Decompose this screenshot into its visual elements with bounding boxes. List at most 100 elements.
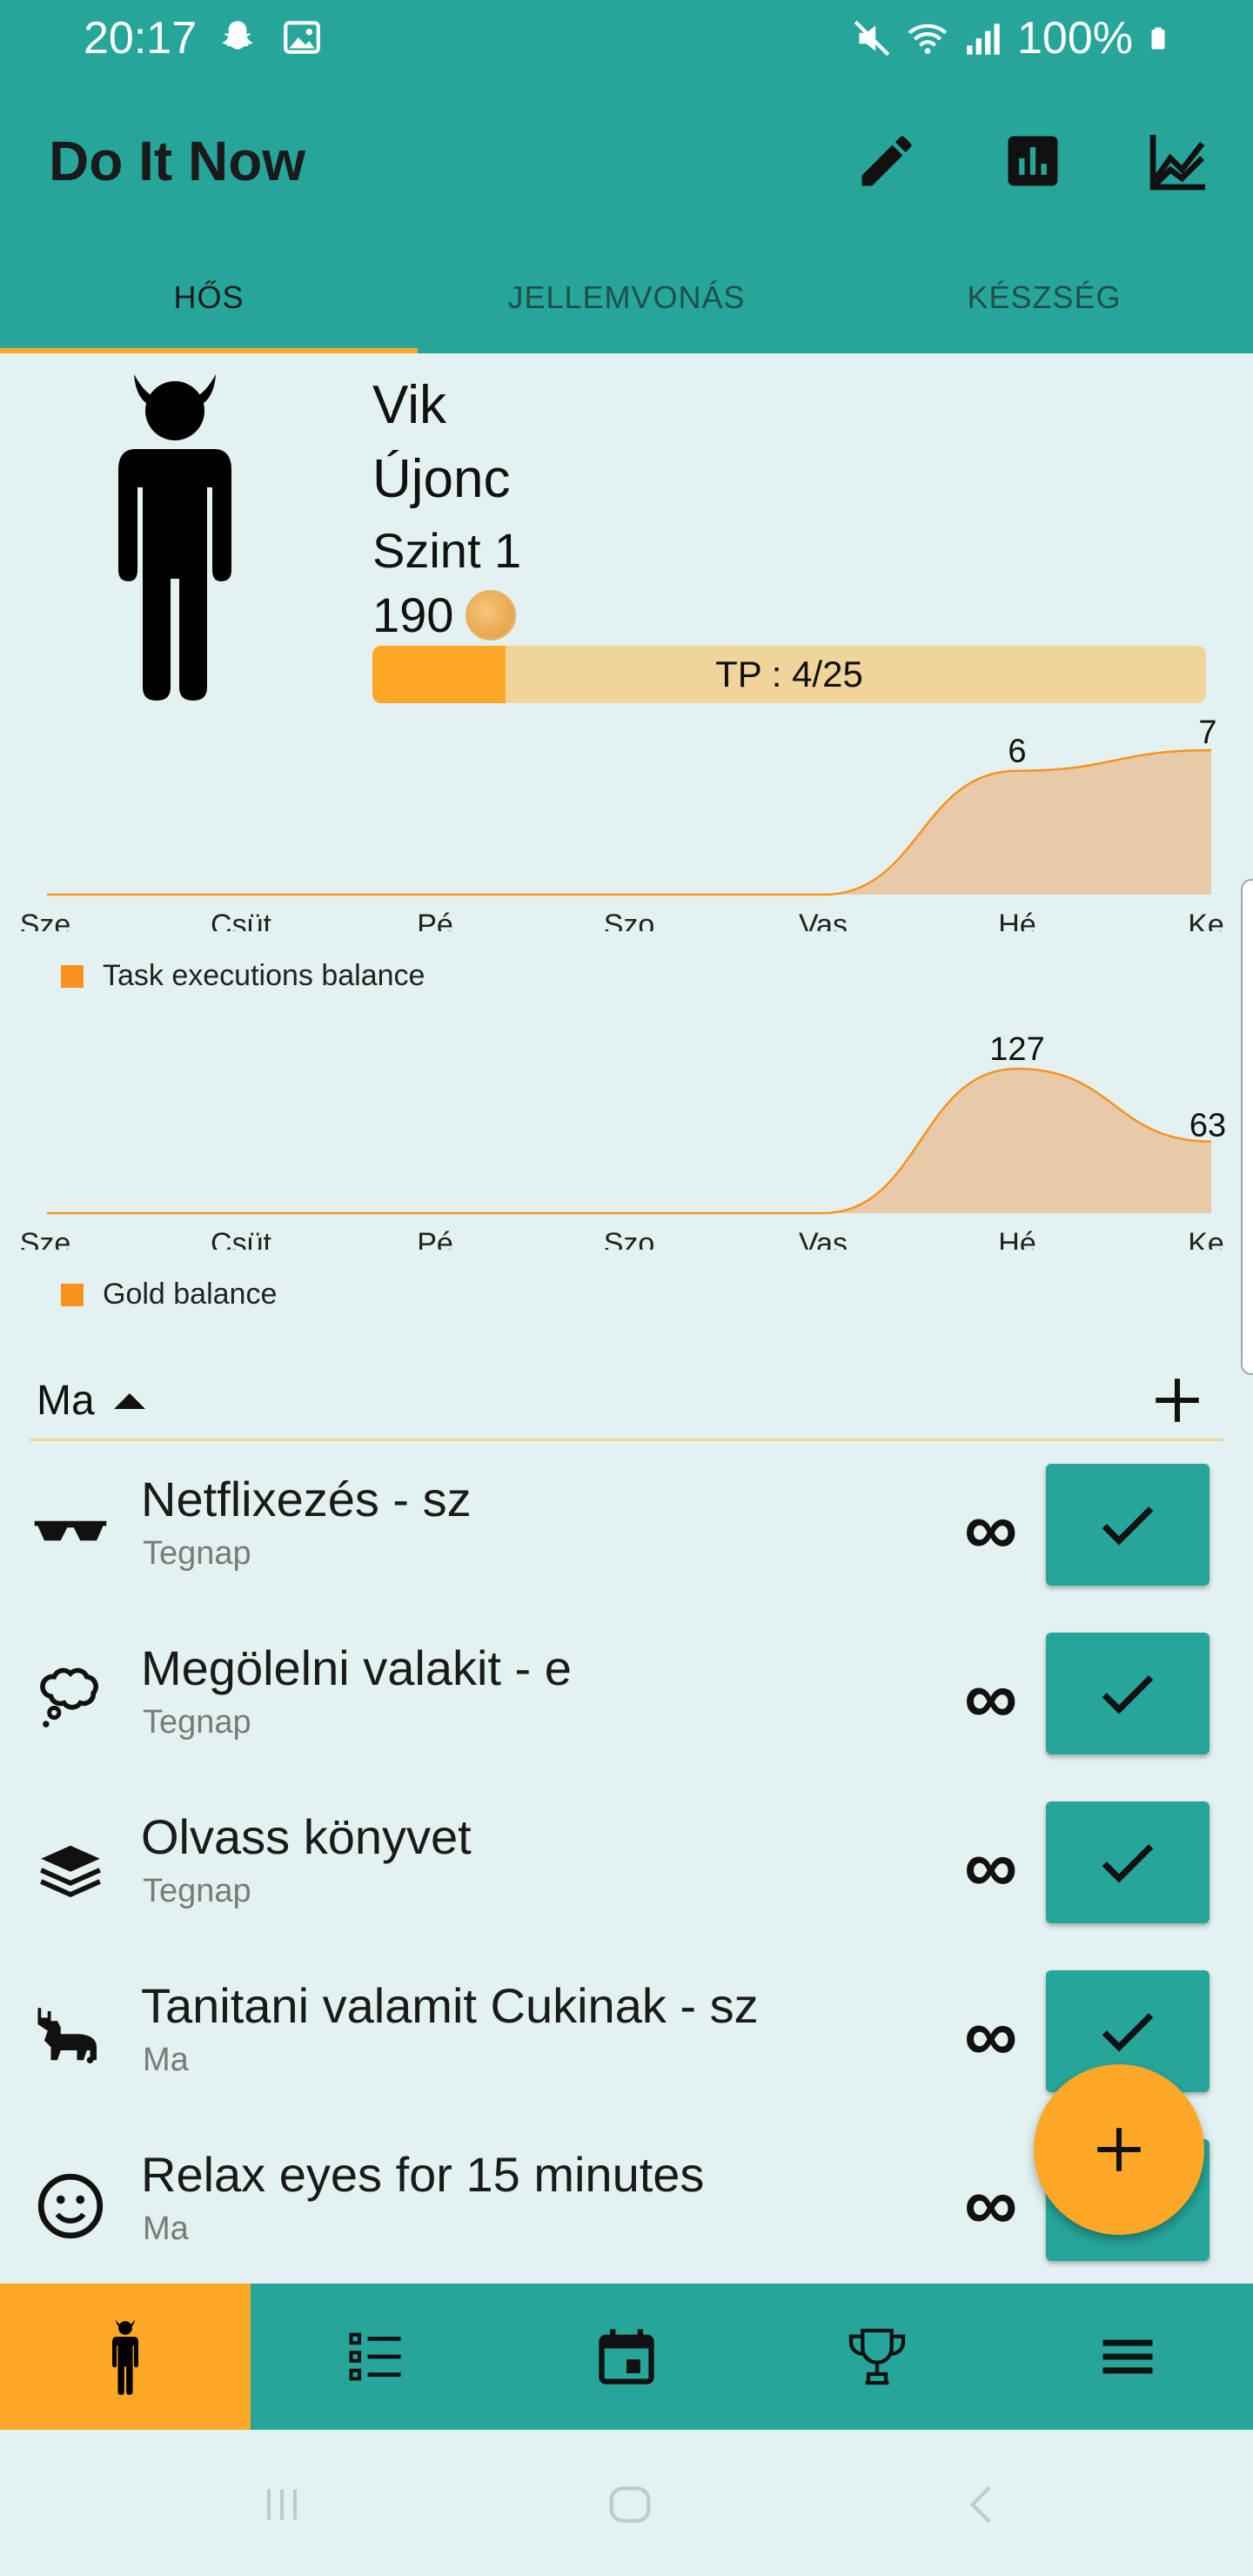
tab-skills[interactable]: KÉSZSÉG <box>835 242 1253 353</box>
task-name: Relax eyes for 15 minutes <box>141 2147 705 2202</box>
x-tick-label: Sze <box>20 909 71 931</box>
check-icon <box>1102 1844 1154 1883</box>
hero-name: Vik <box>372 375 447 435</box>
x-tick-label: Sze <box>20 1227 71 1250</box>
legend-swatch <box>61 1283 84 1306</box>
gold-coin-icon <box>466 589 517 641</box>
task-name: Netflixezés - sz <box>141 1472 472 1526</box>
edit-button[interactable] <box>848 122 926 200</box>
book-stack-icon <box>40 1845 101 1898</box>
task-row[interactable]: Megölelni valakit - e Tegnap ∞ <box>0 1617 1253 1786</box>
calendar-nav-icon <box>599 2329 654 2385</box>
home-button[interactable] <box>595 2477 665 2532</box>
tasks-nav-icon <box>349 2332 401 2381</box>
task-due: Ma <box>143 2210 189 2247</box>
repeat-infinite-icon: ∞ <box>964 1994 1018 2077</box>
back-button[interactable] <box>948 2477 1018 2532</box>
x-tick-label: Vas <box>799 909 848 931</box>
recent-apps-icon <box>267 2489 297 2520</box>
x-tick-label: Vas <box>799 1227 848 1250</box>
gold-amount: 190 <box>372 587 454 642</box>
home-icon <box>609 2486 651 2523</box>
hero-nav-icon <box>112 2319 138 2395</box>
xp-progress-label: TP : 4/25 <box>715 654 863 694</box>
legend-label: Task executions balance <box>103 959 425 992</box>
task-executions-legend: Task executions balance <box>61 959 425 993</box>
hero-level: Szint 1 <box>372 523 522 578</box>
thought-bubble-icon <box>40 1667 98 1727</box>
task-due: Tegnap <box>143 1704 251 1741</box>
x-tick-label: Szo <box>604 909 655 931</box>
task-name: Megölelni valakit - e <box>141 1640 572 1695</box>
complete-task-button[interactable] <box>1046 1633 1209 1754</box>
add-task-icon[interactable] <box>1149 1372 1206 1429</box>
nav-hero[interactable] <box>0 2284 251 2430</box>
graph-button[interactable] <box>1140 122 1218 200</box>
data-label: 7 <box>1198 714 1216 751</box>
legend-swatch <box>61 964 84 988</box>
task-due: Tegnap <box>143 1873 251 1909</box>
check-icon <box>1102 1506 1154 1546</box>
menu-nav-icon <box>1102 2339 1153 2374</box>
battery-icon <box>1151 27 1165 50</box>
data-label: 6 <box>1008 734 1026 770</box>
bottom-navigation <box>0 2284 1253 2430</box>
nav-menu[interactable] <box>1002 2284 1253 2430</box>
moose-icon <box>37 2008 97 2063</box>
sunglasses-icon <box>34 1520 107 1541</box>
task-list-header: Ma <box>30 1366 1223 1441</box>
check-icon <box>1102 2013 1154 2052</box>
sort-selector[interactable]: Ma <box>37 1377 145 1425</box>
task-executions-chart-svg: 6 7 Sze Csüt Pé Szo Vas Hé Ke <box>20 714 1224 931</box>
x-tick-label: Pé <box>417 909 453 931</box>
xp-progress-bar: TP : 4/25 <box>372 646 1206 703</box>
statistics-button[interactable] <box>994 122 1072 200</box>
gold-legend: Gold balance <box>61 1278 277 1311</box>
tab-hero[interactable]: HŐS <box>0 242 418 353</box>
plus-icon <box>1097 2128 1141 2171</box>
check-icon <box>1102 1675 1154 1714</box>
nav-tasks[interactable] <box>251 2284 501 2430</box>
recent-apps-button[interactable] <box>247 2477 317 2532</box>
hero-rank: Újonc <box>372 449 511 509</box>
task-due: Tegnap <box>143 1535 251 1572</box>
trophy-nav-icon <box>848 2328 906 2385</box>
app-title: Do It Now <box>49 130 306 192</box>
tab-traits[interactable]: JELLEMVONÁS <box>418 242 835 353</box>
task-name: Tanitani valamit Cukinak - sz <box>141 1978 759 2033</box>
task-executions-chart: 6 7 Sze Csüt Pé Szo Vas Hé Ke Task executions ba… <box>0 705 1253 992</box>
task-due: Ma <box>143 2042 189 2078</box>
task-name: Olvass könyvet <box>141 1809 472 1864</box>
repeat-infinite-icon: ∞ <box>964 1656 1018 1740</box>
complete-task-button[interactable] <box>1046 1801 1209 1923</box>
x-tick-label: Csüt <box>211 909 271 931</box>
side-scroll-handle[interactable] <box>1241 879 1253 1375</box>
back-icon <box>969 2485 991 2524</box>
x-tick-label: Pé <box>417 1227 453 1250</box>
series-area <box>47 1069 1211 1213</box>
add-fab-button[interactable] <box>1034 2064 1204 2235</box>
status-bar: 20:17 100% <box>0 0 1253 77</box>
tab-bar: HŐS JELLEMVONÁS KÉSZSÉG <box>0 242 1253 353</box>
nav-calendar[interactable] <box>501 2284 752 2430</box>
task-row[interactable]: Olvass könyvet Tegnap ∞ <box>0 1786 1253 1955</box>
image-icon <box>284 21 320 54</box>
x-tick-label: Hé <box>998 1227 1035 1250</box>
task-row[interactable]: Netflixezés - sz Tegnap ∞ <box>0 1448 1253 1617</box>
signal-icon <box>967 23 1000 55</box>
nav-achievements[interactable] <box>752 2284 1002 2430</box>
snapchat-icon <box>222 21 253 50</box>
bar-chart-icon <box>1008 136 1058 186</box>
gold-chart: 127 63 Sze Csüt Pé Szo Vas Hé Ke Gold balance <box>0 1023 1253 1311</box>
data-label: 63 <box>1189 1108 1226 1144</box>
repeat-infinite-icon: ∞ <box>964 1825 1018 1909</box>
repeat-infinite-icon: ∞ <box>964 2163 1018 2246</box>
battery-percent: 100% <box>1017 13 1133 64</box>
x-tick-label: Szo <box>604 1227 655 1250</box>
app-bar: Do It Now <box>0 77 1253 242</box>
smiley-icon <box>37 2173 104 2239</box>
system-navigation-bar <box>0 2430 1253 2576</box>
complete-task-button[interactable] <box>1046 1464 1209 1586</box>
legend-label: Gold balance <box>103 1278 278 1311</box>
line-chart-icon <box>1149 135 1205 191</box>
